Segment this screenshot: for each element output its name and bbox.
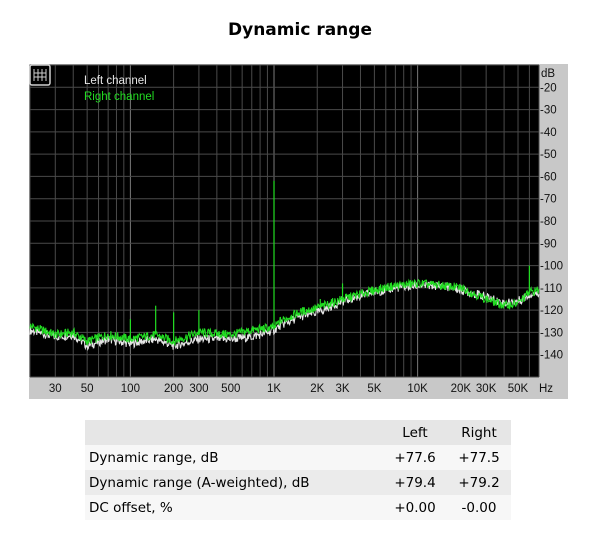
y-tick-label: -80: [540, 216, 557, 228]
x-tick-label: 3K: [335, 383, 349, 395]
x-unit-label: Hz: [539, 383, 553, 395]
x-tick-label: 200: [164, 383, 183, 395]
y-tick-label: -70: [540, 194, 557, 206]
row-left-value: +0.00: [383, 495, 447, 520]
header-left: Left: [383, 420, 447, 445]
header-right: Right: [447, 420, 511, 445]
y-tick-label: -20: [540, 82, 557, 94]
y-tick-label: -60: [540, 171, 557, 183]
x-tick-label: 100: [121, 383, 140, 395]
y-tick-label: -120: [540, 305, 563, 317]
x-tick-label: 500: [221, 383, 240, 395]
row-label: Dynamic range, dB: [85, 445, 383, 470]
y-tick-label: -140: [540, 350, 563, 362]
y-tick-label: -100: [540, 261, 563, 273]
row-right-value: -0.00: [447, 495, 511, 520]
y-tick-label: -130: [540, 327, 563, 339]
x-tick-label: 10K: [407, 383, 428, 395]
legend-right-channel: Right channel: [84, 91, 155, 103]
x-tick-label: 30: [49, 383, 62, 395]
legend-grid-icon: [29, 64, 51, 86]
spectrum-chart: 30 50 100 200 300 500 1K 2K 3K 5K 10K 20K 30K 50K Hz -…: [29, 64, 568, 399]
table-header-row: Left Right: [85, 420, 511, 445]
row-right-value: +77.5: [447, 445, 511, 470]
x-tick-label: 5K: [367, 383, 381, 395]
row-left-value: +79.4: [383, 470, 447, 495]
header-blank: [85, 420, 383, 445]
results-table: Left Right Dynamic range, dB +77.6 +77.5…: [85, 420, 511, 520]
x-tick-label: 300: [189, 383, 208, 395]
y-tick-label: -50: [540, 149, 557, 161]
y-unit-label: dB: [541, 68, 555, 80]
x-tick-label: 2K: [310, 383, 324, 395]
row-right-value: +79.2: [447, 470, 511, 495]
chart-svg: 30 50 100 200 300 500 1K 2K 3K 5K 10K 20K 30K 50K Hz -…: [29, 64, 563, 395]
x-tick-label: 1K: [267, 383, 281, 395]
row-left-value: +77.6: [383, 445, 447, 470]
y-tick-label: -30: [540, 105, 557, 117]
x-tick-label: 20K: [451, 383, 472, 395]
legend: Left channel Right channel: [84, 73, 154, 105]
y-tick-label: -110: [540, 283, 562, 295]
table-row: DC offset, % +0.00 -0.00: [85, 495, 511, 520]
chart-title: Dynamic range: [228, 20, 372, 40]
y-tick-label: -90: [540, 238, 557, 250]
x-tick-label: 50K: [508, 383, 529, 395]
row-label: Dynamic range (A-weighted), dB: [85, 470, 383, 495]
x-tick-label: 50: [81, 383, 94, 395]
table-row: Dynamic range (A-weighted), dB +79.4 +79…: [85, 470, 511, 495]
x-tick-label: 30K: [476, 383, 497, 395]
table-row: Dynamic range, dB +77.6 +77.5: [85, 445, 511, 470]
y-tick-label: -40: [540, 127, 557, 139]
row-label: DC offset, %: [85, 495, 383, 520]
legend-left-channel: Left channel: [84, 75, 147, 87]
